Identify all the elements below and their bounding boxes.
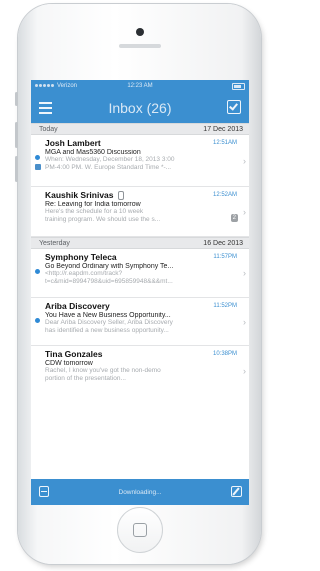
thread-count-badge: 2 bbox=[230, 214, 238, 222]
message-preview: Rachel, I know you've got the non-demo bbox=[45, 367, 161, 374]
message-preview: training program. We should use the s... bbox=[45, 216, 161, 223]
message-sender: Symphony Teleca bbox=[45, 252, 117, 262]
mute-switch bbox=[15, 92, 18, 106]
unread-dot-icon bbox=[35, 318, 40, 323]
chevron-right-icon: › bbox=[243, 268, 246, 278]
message-row[interactable]: Ariba Discovery 11:52PM You Have a New B… bbox=[31, 298, 249, 346]
volume-up-button bbox=[15, 122, 18, 148]
message-preview: When: Wednesday, December 18, 2013 3:00 bbox=[45, 156, 175, 163]
message-preview: PM-4:00 PM. W. Europe Standard Time *-..… bbox=[45, 164, 172, 171]
app-screen: Verizon 12:23 AM Inbox (26) Today 17 Dec… bbox=[31, 80, 249, 505]
message-sender: Josh Lambert bbox=[45, 138, 101, 148]
sync-status: Downloading... bbox=[118, 488, 162, 496]
bottom-toolbar: Downloading... bbox=[31, 479, 249, 505]
message-sender: Tina Gonzales bbox=[45, 349, 103, 359]
message-time: 12:51AM bbox=[212, 140, 237, 146]
calendar-icon bbox=[35, 164, 41, 170]
message-row[interactable]: Josh Lambert 12:51AM MGA and Mas5360 Dis… bbox=[31, 135, 249, 187]
earpiece-speaker bbox=[119, 44, 161, 48]
message-row[interactable]: Symphony Teleca 11:57PM Go Beyond Ordina… bbox=[31, 249, 249, 298]
home-button[interactable] bbox=[117, 507, 163, 553]
message-subject: Re: Leaving for India tomorrow bbox=[45, 201, 141, 208]
section-date: 17 Dec 2013 bbox=[203, 125, 243, 133]
status-bar: Verizon 12:23 AM bbox=[31, 80, 249, 92]
chevron-right-icon: › bbox=[243, 366, 246, 376]
message-time: 11:52PM bbox=[213, 303, 237, 309]
message-row[interactable]: Tina Gonzales 10:38PM CDW tomorrow Rache… bbox=[31, 346, 249, 396]
section-date: 16 Dec 2013 bbox=[203, 239, 243, 247]
folders-icon[interactable] bbox=[39, 486, 49, 497]
status-time: 12:23 AM bbox=[127, 83, 153, 89]
menu-icon[interactable] bbox=[39, 102, 52, 117]
front-camera bbox=[136, 28, 144, 36]
message-preview: Dear Ariba Discovery Seller, Ariba Disco… bbox=[45, 319, 173, 326]
message-preview: has identified a new business opportunit… bbox=[45, 327, 169, 334]
chevron-right-icon: › bbox=[243, 316, 246, 327]
select-icon[interactable] bbox=[227, 100, 241, 114]
message-sender: Kaushik Srinivas bbox=[45, 190, 114, 200]
section-header-today: Today 17 Dec 2013 bbox=[31, 123, 249, 135]
attachment-icon bbox=[117, 190, 124, 200]
section-label: Today bbox=[39, 125, 58, 133]
message-preview: t=c&mid=8994798&uid=695859948&&&mt... bbox=[45, 278, 173, 285]
message-time: 10:38PM bbox=[212, 351, 237, 357]
chevron-right-icon: › bbox=[243, 206, 246, 217]
volume-down-button bbox=[15, 156, 18, 182]
message-time: 12:52AM bbox=[212, 192, 237, 198]
message-time: 11:57PM bbox=[213, 254, 237, 260]
message-preview: <http://r.eapdm.com/track? bbox=[45, 270, 123, 277]
message-sender: Ariba Discovery bbox=[45, 301, 110, 311]
message-subject: MGA and Mas5360 Discussion bbox=[45, 149, 141, 156]
battery-icon bbox=[232, 82, 245, 90]
section-header-yesterday: Yesterday 16 Dec 2013 bbox=[31, 237, 249, 249]
unread-dot-icon bbox=[35, 269, 40, 274]
home-square-icon bbox=[133, 523, 147, 537]
message-preview: Here's the schedule for a 10 week bbox=[45, 208, 144, 215]
nav-bar: Inbox (26) bbox=[31, 92, 249, 123]
unread-dot-icon bbox=[35, 155, 40, 160]
phone-frame: Verizon 12:23 AM Inbox (26) Today 17 Dec… bbox=[15, 4, 261, 564]
section-label: Yesterday bbox=[39, 239, 70, 247]
message-row[interactable]: Kaushik Srinivas 12:52AM Re: Leaving for… bbox=[31, 187, 249, 237]
message-subject: Go Beyond Ordinary with Symphony Te... bbox=[45, 263, 174, 270]
message-subject: You Have a New Business Opportunity... bbox=[45, 312, 171, 319]
chevron-right-icon: › bbox=[243, 155, 246, 166]
status-right bbox=[232, 82, 245, 90]
inbox-title: Inbox (26) bbox=[108, 99, 172, 116]
compose-icon[interactable] bbox=[231, 486, 242, 497]
message-subject: CDW tomorrow bbox=[45, 360, 93, 367]
message-preview: portion of the presentation... bbox=[45, 375, 126, 382]
